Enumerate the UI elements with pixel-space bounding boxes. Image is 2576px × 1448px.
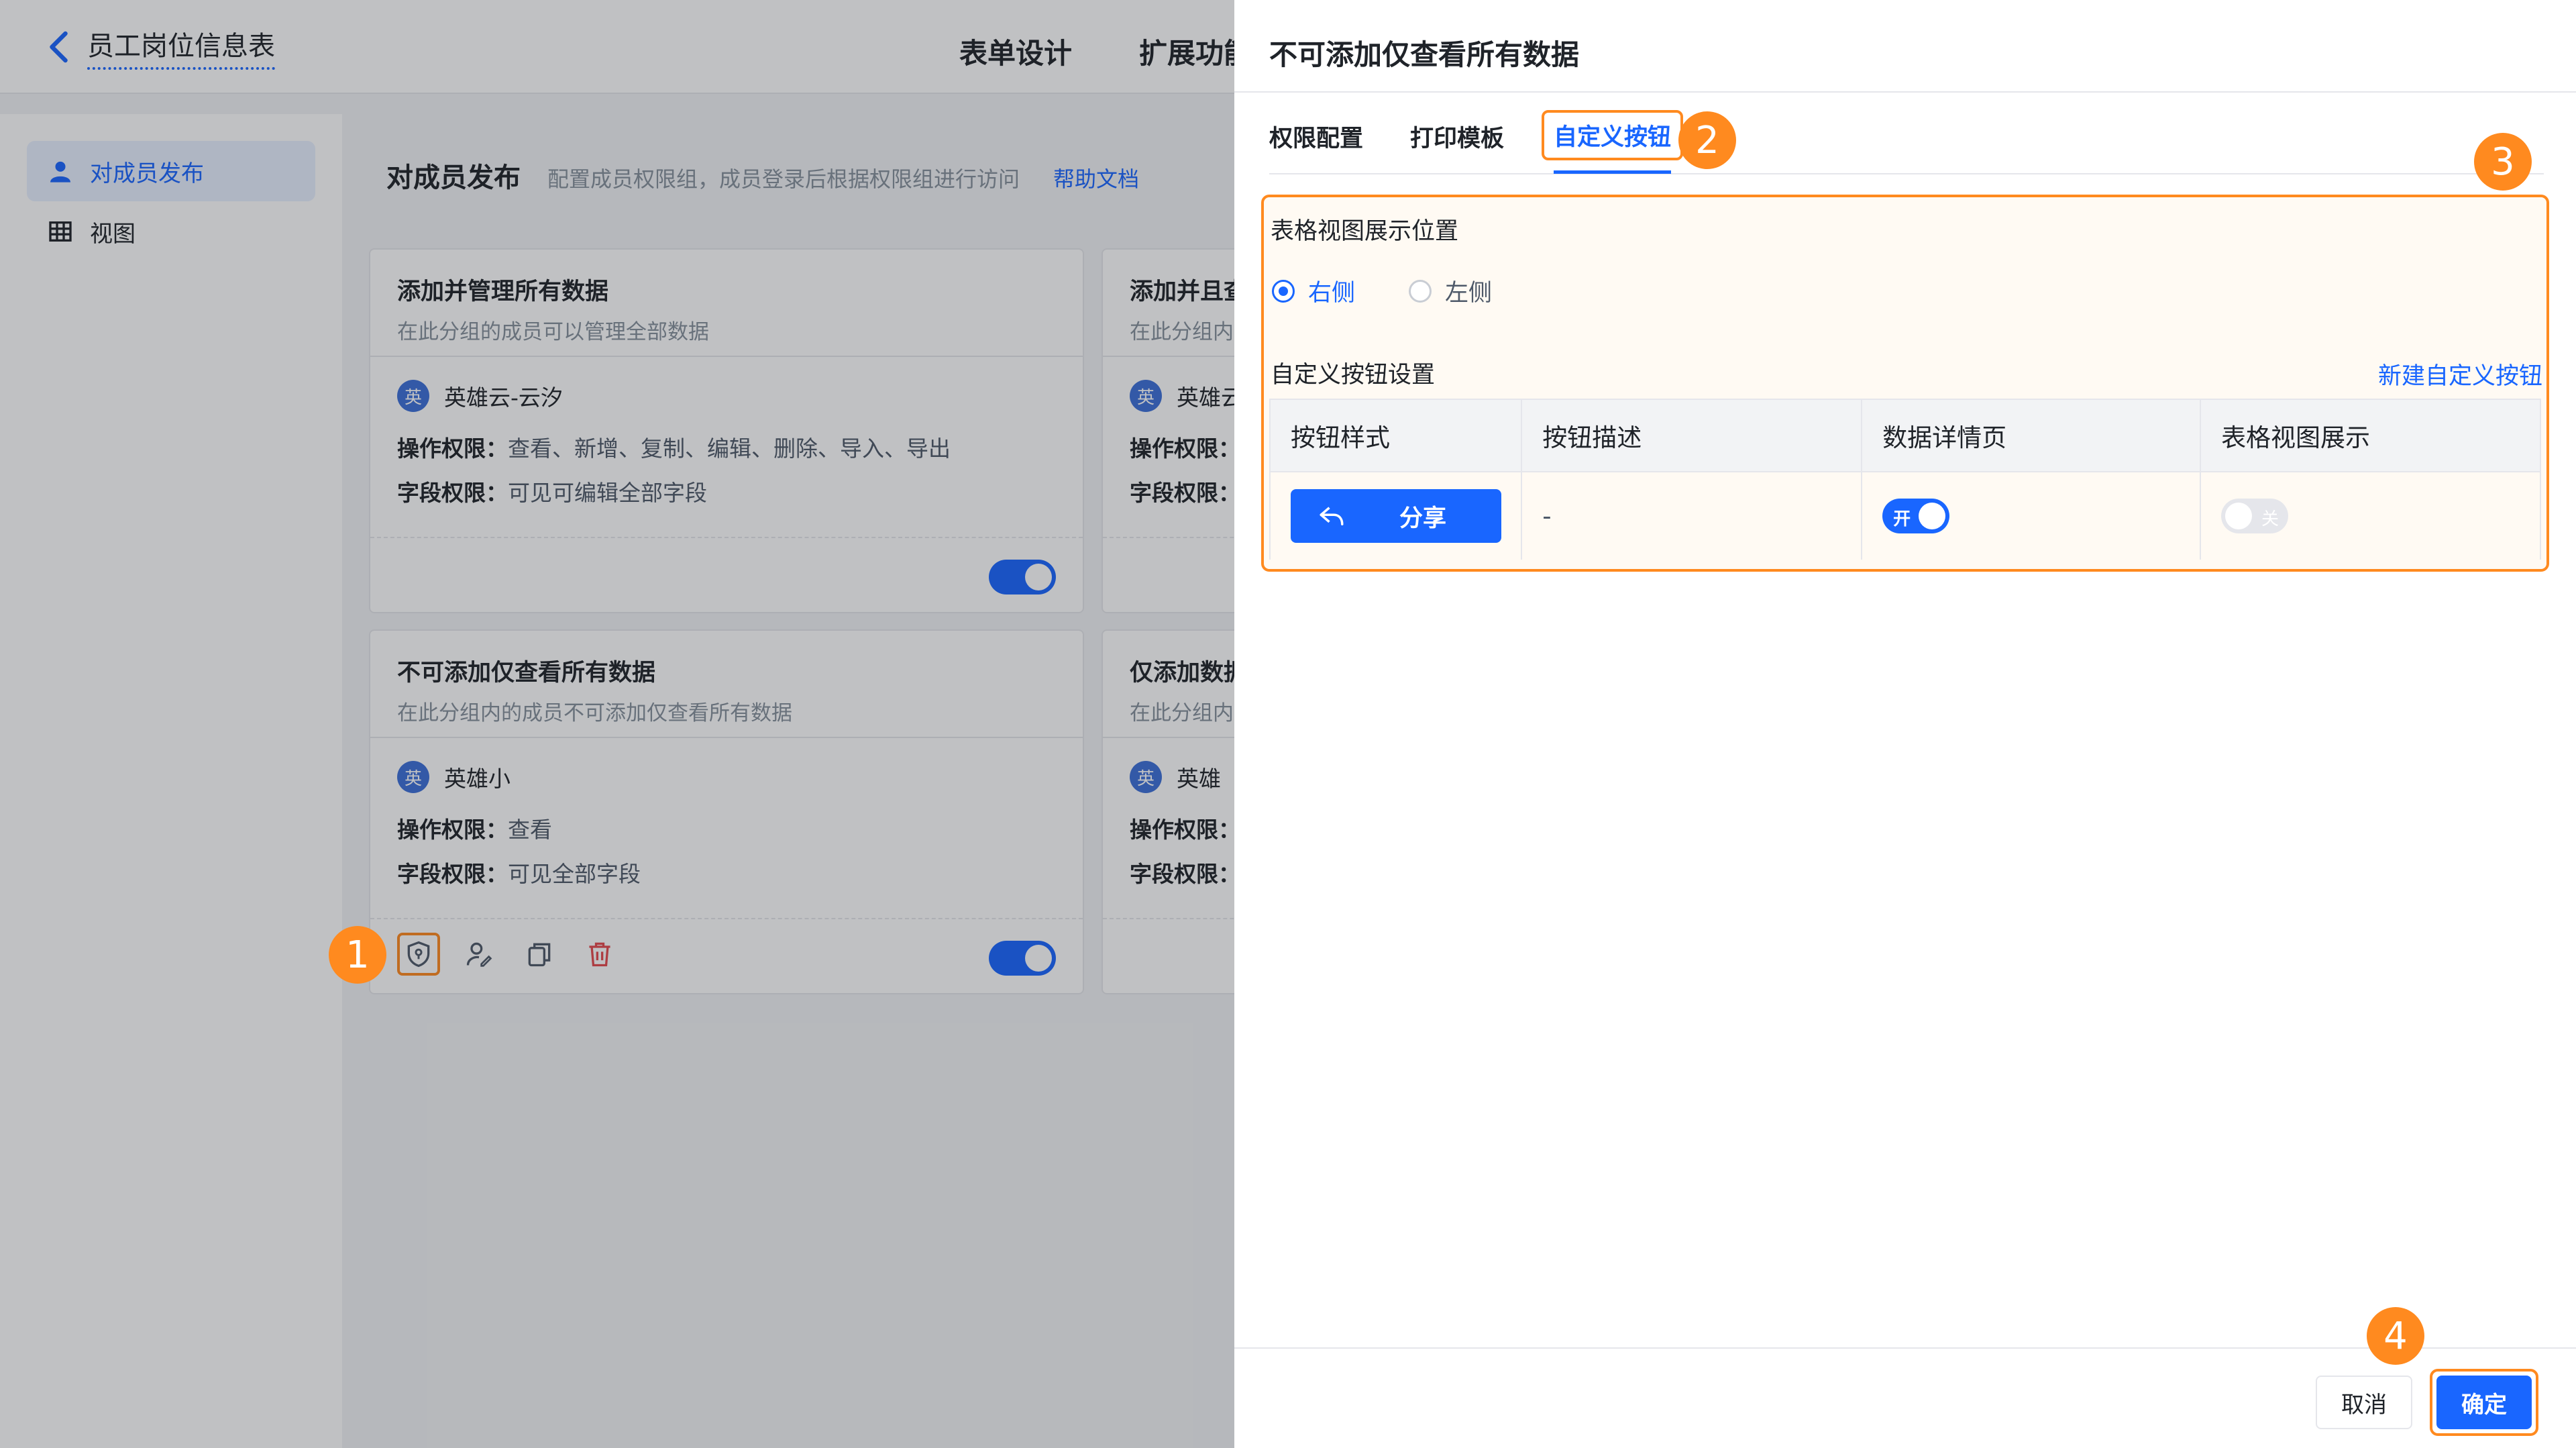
switch-label: 关 — [2261, 509, 2279, 529]
share-button-preview[interactable]: 分享 — [1291, 489, 1501, 543]
switch-label: 开 — [1893, 509, 1911, 529]
step-badge-1: 1 — [329, 926, 386, 984]
radio-left[interactable]: 左侧 — [1409, 274, 1492, 308]
tab-custom-buttons[interactable]: 自定义按钮 — [1542, 110, 1684, 174]
table-row: 分享 - 开 关 — [1271, 472, 2540, 560]
switch-knob — [1919, 503, 1946, 529]
position-label: 表格视图展示位置 — [1271, 218, 1459, 245]
confirm-button[interactable]: 确定 — [2436, 1376, 2532, 1429]
grid-view-switch[interactable]: 关 — [2221, 499, 2289, 533]
divider — [1234, 91, 2576, 93]
custom-button-settings-label: 自定义按钮设置 — [1271, 362, 1436, 389]
radio-label: 左侧 — [1445, 280, 1493, 307]
custom-button-panel: 表格视图展示位置 右侧 左侧 自定义按钮设置 新建自定义按钮 按钮样式 按钮描述… — [1261, 195, 2549, 572]
button-description-cell: - — [1522, 472, 1863, 560]
radio-label: 右侧 — [1308, 280, 1356, 307]
tab-permission-config[interactable]: 权限配置 — [1269, 119, 1363, 154]
button-style-cell: 分享 — [1271, 472, 1523, 560]
switch-knob — [2225, 503, 2253, 529]
radio-unchecked-icon — [1409, 279, 1432, 303]
drawer-title: 不可添加仅查看所有数据 — [1269, 38, 1580, 71]
share-icon — [1320, 507, 1344, 525]
radio-checked-icon — [1272, 279, 1295, 303]
radio-right[interactable]: 右侧 — [1272, 274, 1355, 308]
tab-print-template[interactable]: 打印模板 — [1410, 119, 1504, 154]
step-badge-4: 4 — [2367, 1307, 2424, 1365]
modal-mask[interactable] — [0, 0, 1234, 1448]
table-header-row: 按钮样式 按钮描述 数据详情页 表格视图展示 — [1271, 400, 2540, 472]
detail-page-cell: 开 — [1862, 472, 2202, 560]
settings-drawer: 不可添加仅查看所有数据 权限配置 打印模板 自定义按钮 2 3 表格视图展示位置… — [1234, 0, 2576, 1448]
detail-page-switch[interactable]: 开 — [1882, 499, 1950, 533]
cancel-button[interactable]: 取消 — [2316, 1376, 2412, 1429]
position-radio-group: 右侧 左侧 — [1272, 274, 1546, 308]
confirm-highlight: 确定 — [2430, 1369, 2538, 1436]
grid-view-cell: 关 — [2201, 472, 2540, 560]
column-header: 按钮描述 — [1522, 400, 1863, 471]
new-custom-button-link[interactable]: 新建自定义按钮 — [2378, 357, 2542, 391]
column-header: 表格视图展示 — [2221, 423, 2371, 452]
column-header: 数据详情页 — [1862, 400, 2202, 471]
drawer-tabs: 权限配置 打印模板 自定义按钮 — [1269, 110, 2544, 174]
share-button-label: 分享 — [1399, 505, 1447, 532]
step-badge-2: 2 — [1678, 111, 1736, 169]
column-header: 按钮样式 — [1271, 400, 1523, 471]
custom-button-table: 按钮样式 按钮描述 数据详情页 表格视图展示 分享 - 开 关 — [1269, 399, 2541, 560]
step-badge-3: 3 — [2474, 133, 2532, 191]
